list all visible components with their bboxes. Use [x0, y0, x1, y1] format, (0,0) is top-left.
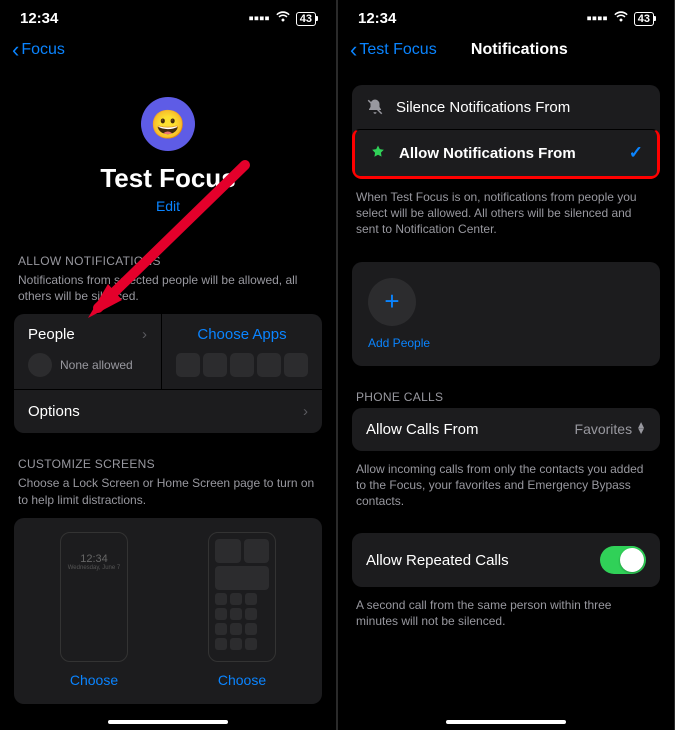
focus-header: 😀 Test Focus Edit — [14, 73, 322, 230]
chevron-left-icon: ‹ — [350, 37, 357, 63]
bell-badge-icon — [369, 144, 387, 162]
nav-bar: ‹ Focus — [0, 31, 336, 73]
screens-card: 12:34 Wednesday, June 7 Choose Choose — [14, 518, 322, 704]
nav-bar: ‹ Test Focus Notifications — [338, 31, 674, 73]
chevron-right-icon: › — [142, 326, 147, 343]
signal-icon: ▪▪▪▪ — [248, 10, 269, 27]
people-button[interactable]: People› None allowed — [14, 314, 162, 389]
phone-right: 12:34 ▪▪▪▪ 43 ‹ Test Focus Notifications… — [338, 0, 674, 730]
silence-option[interactable]: Silence Notifications From — [352, 85, 660, 129]
battery-icon: 43 — [634, 12, 654, 26]
add-people-card: + Add People — [352, 262, 660, 366]
plus-icon: + — [384, 286, 399, 317]
repeated-calls-label: Allow Repeated Calls — [366, 552, 509, 569]
page-title: Notifications — [377, 41, 662, 59]
battery-icon: 43 — [296, 12, 316, 26]
focus-avatar: 😀 — [141, 97, 195, 151]
chevron-left-icon: ‹ — [12, 37, 19, 63]
empty-avatar-icon — [28, 353, 52, 377]
allow-calls-from-button[interactable]: Allow Calls From Favorites▲▼ — [352, 408, 660, 451]
back-button[interactable]: ‹ Focus — [12, 37, 65, 63]
wifi-icon — [275, 10, 291, 27]
repeated-calls-card: Allow Repeated Calls — [352, 533, 660, 587]
add-people-label: Add People — [368, 336, 644, 350]
home-indicator[interactable] — [446, 720, 566, 724]
home-indicator[interactable] — [108, 720, 228, 724]
repeated-calls-toggle[interactable] — [600, 546, 646, 574]
home-screen-preview[interactable] — [208, 532, 276, 662]
customize-header: CUSTOMIZE SCREENS — [14, 433, 322, 475]
choose-lock-button[interactable]: Choose — [70, 672, 118, 688]
focus-title: Test Focus — [14, 163, 322, 194]
bell-slash-icon — [366, 98, 384, 116]
phone-calls-header: PHONE CALLS — [352, 366, 660, 408]
chevron-right-icon: › — [303, 403, 308, 420]
choose-apps-button[interactable]: Choose Apps — [162, 314, 322, 389]
signal-icon: ▪▪▪▪ — [586, 10, 607, 27]
mode-card: Silence Notifications From Allow Notific… — [352, 85, 660, 179]
smile-icon: 😀 — [151, 108, 186, 141]
add-people-button[interactable]: + — [368, 278, 416, 326]
updown-icon: ▲▼ — [636, 423, 646, 435]
checkmark-icon: ✓ — [629, 143, 643, 163]
allow-subtext: Notifications from selected people will … — [14, 272, 322, 314]
lock-screen-preview[interactable]: 12:34 Wednesday, June 7 — [60, 532, 128, 662]
allow-header: ALLOW NOTIFICATIONS — [14, 230, 322, 272]
edit-button[interactable]: Edit — [156, 198, 180, 214]
calls-description: Allow incoming calls from only the conta… — [352, 451, 660, 520]
status-bar: 12:34 ▪▪▪▪ 43 — [338, 0, 674, 31]
notifications-card: People› None allowed Choose Apps Options… — [14, 314, 322, 433]
choose-home-button[interactable]: Choose — [218, 672, 266, 688]
status-bar: 12:34 ▪▪▪▪ 43 — [0, 0, 336, 31]
customize-subtext: Choose a Lock Screen or Home Screen page… — [14, 475, 322, 517]
calls-from-card: Allow Calls From Favorites▲▼ — [352, 408, 660, 451]
status-time: 12:34 — [358, 10, 396, 27]
status-time: 12:34 — [20, 10, 58, 27]
wifi-icon — [613, 10, 629, 27]
repeated-description: A second call from the same person withi… — [352, 587, 660, 639]
allow-description: When Test Focus is on, notifications fro… — [352, 179, 660, 248]
allow-option[interactable]: Allow Notifications From ✓ — [352, 129, 660, 179]
phone-left: 12:34 ▪▪▪▪ 43 ‹ Focus 😀 Test Focus Edit … — [0, 0, 336, 730]
options-button[interactable]: Options › — [14, 389, 322, 433]
